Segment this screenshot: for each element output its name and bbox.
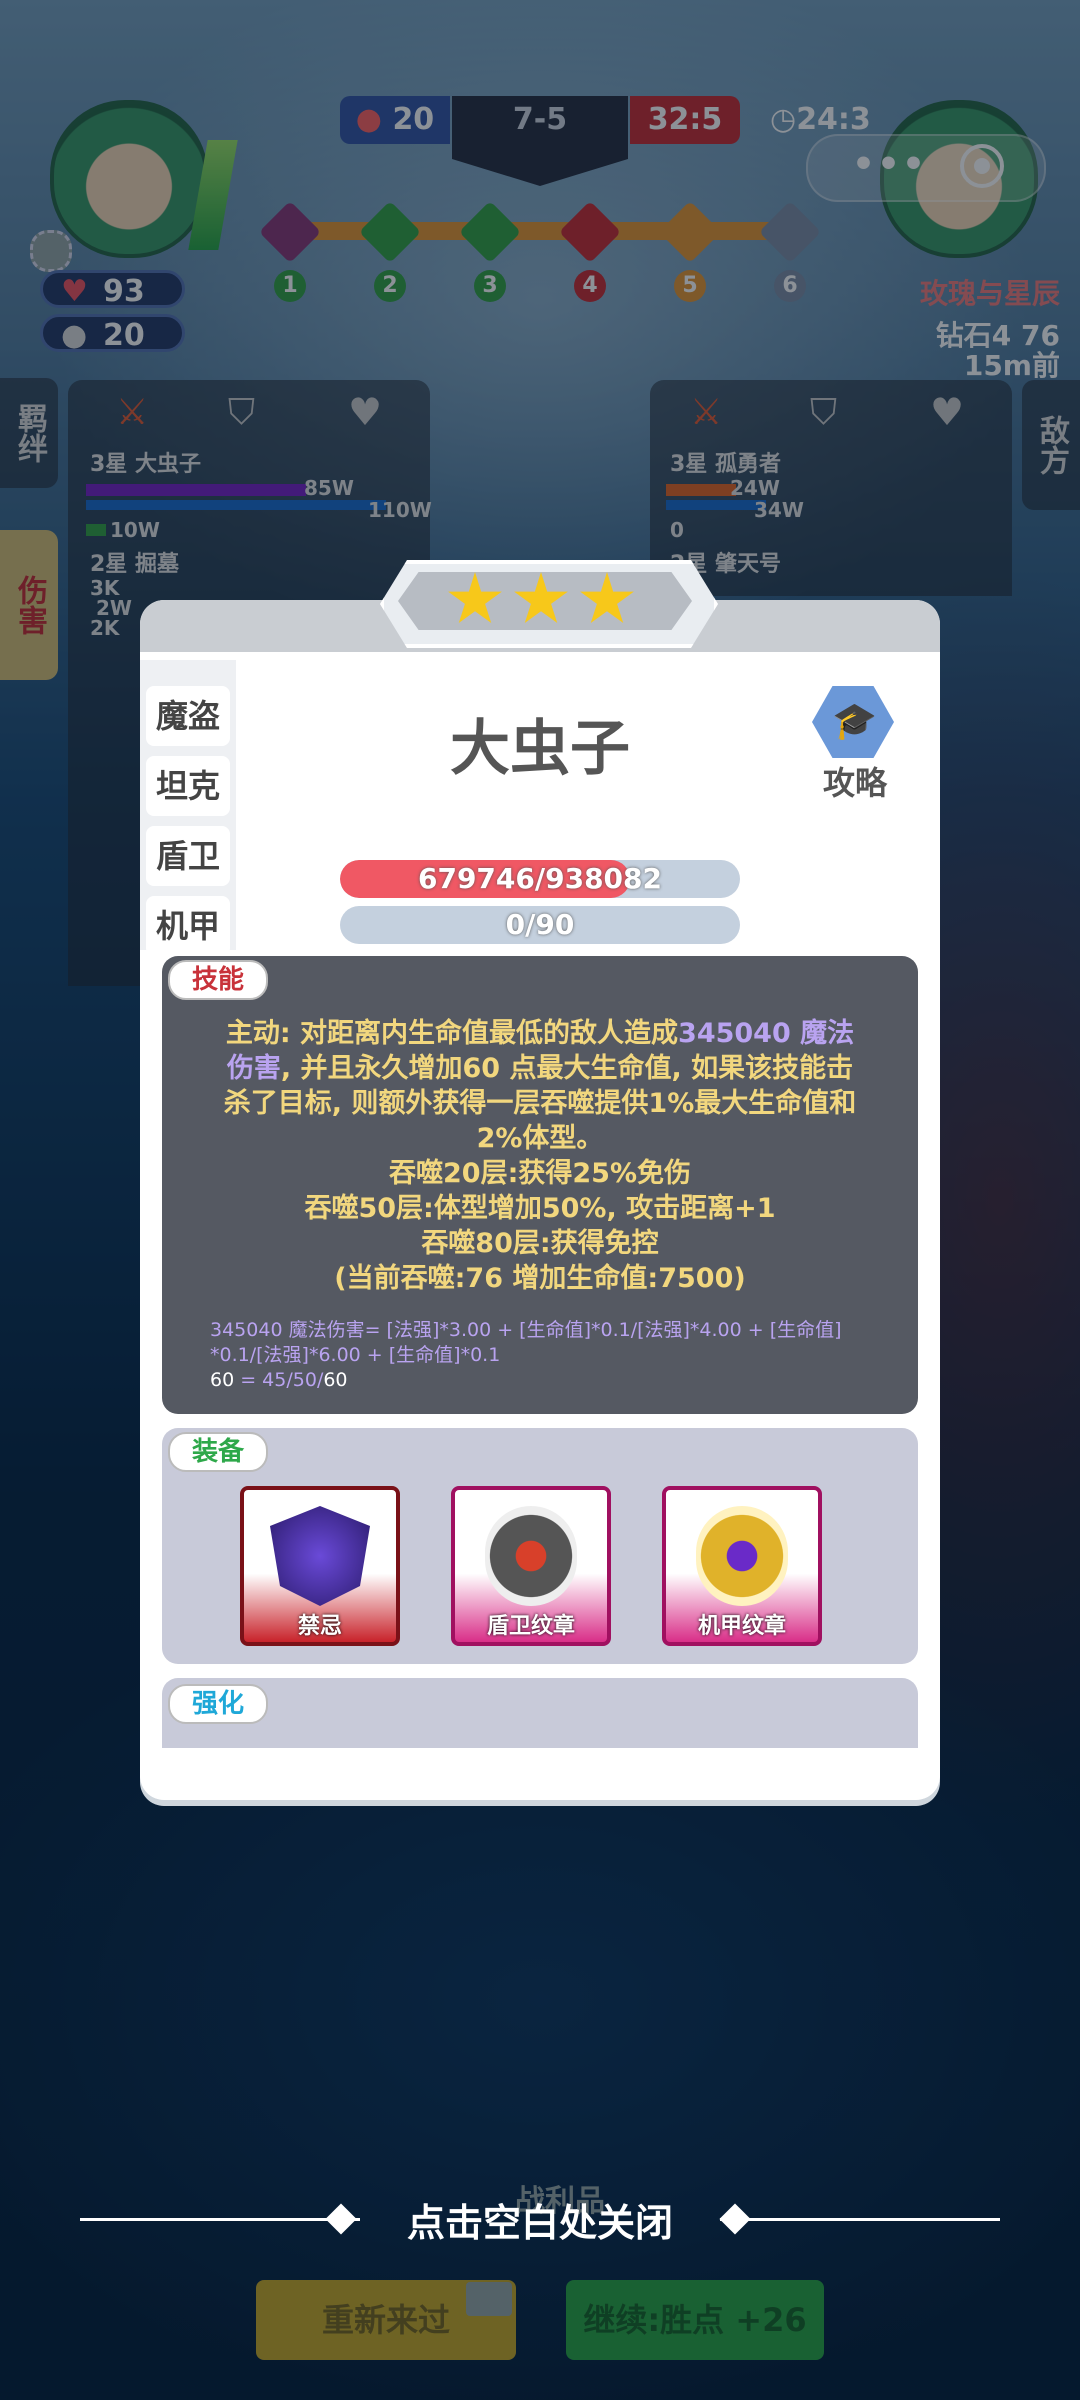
class-tag[interactable]: 机甲 [146, 896, 230, 956]
skill-line: 吞噬20层:获得25%免伤 [389, 1158, 691, 1189]
hp-bar: 679746/938082 [340, 860, 740, 898]
skill-line: (当前吞噬:76 增加生命值:7500) [334, 1263, 746, 1294]
mana-text: 0/90 [505, 908, 575, 941]
guide-label: 攻略 [822, 764, 887, 802]
skill-line: 2%体型。 [476, 1123, 604, 1154]
guide-button[interactable]: 🎓 攻略 [800, 680, 910, 802]
class-tag[interactable]: 盾卫 [146, 826, 230, 886]
equipment-tag: 装备 [168, 1432, 268, 1472]
mecha-emblem-icon [696, 1506, 788, 1606]
graduation-cap-icon: 🎓 [812, 686, 894, 758]
skill-description: 主动: 对距离内生命值最低的敌人造成345040 魔法 伤害, 并且永久增加60… [172, 1016, 908, 1296]
hero-name: 大虫子 [450, 714, 630, 784]
class-tag[interactable]: 坦克 [146, 756, 230, 816]
equipment-item-forbidden[interactable]: 禁忌 [240, 1486, 400, 1646]
close-hint[interactable]: 点击空白处关闭 [360, 2192, 720, 2247]
enhance-section: 强化 [162, 1678, 918, 1748]
enhance-tag: 强化 [168, 1684, 268, 1724]
skill-line: 吞噬50层:体型增加50%, 攻击距离+1 [304, 1193, 776, 1224]
class-tag[interactable]: 魔盗 [146, 686, 230, 746]
skill-line: 伤害, 并且永久增加60 点最大生命值, 如果该技能击 [226, 1053, 854, 1084]
dark-shield-icon [270, 1506, 370, 1606]
skill-section: 技能 主动: 对距离内生命值最低的敌人造成345040 魔法 伤害, 并且永久增… [162, 956, 918, 1414]
equipment-section: 装备 禁忌 盾卫纹章 机甲纹章 [162, 1428, 918, 1664]
close-hint-line-right [720, 2218, 1000, 2221]
damage-formula: 345040 魔法伤害= [法强]*3.00 + [生命值]*0.1/[法强]*… [210, 1319, 842, 1391]
skill-tag: 技能 [168, 960, 268, 1000]
mana-bar: 0/90 [340, 906, 740, 944]
close-hint-line-left [80, 2218, 360, 2221]
skill-line: 吞噬80层:获得免控 [421, 1228, 659, 1259]
equipment-item-shield-emblem[interactable]: 盾卫纹章 [451, 1486, 611, 1646]
skill-line: 杀了目标, 则额外获得一层吞噬提供1%最大生命值和 [223, 1088, 857, 1119]
hp-text: 679746/938082 [417, 862, 662, 895]
equipment-item-mecha-emblem[interactable]: 机甲纹章 [662, 1486, 822, 1646]
skill-line: 主动: 对距离内生命值最低的敌人造成345040 魔法 [225, 1018, 855, 1049]
shield-emblem-icon [485, 1506, 577, 1606]
